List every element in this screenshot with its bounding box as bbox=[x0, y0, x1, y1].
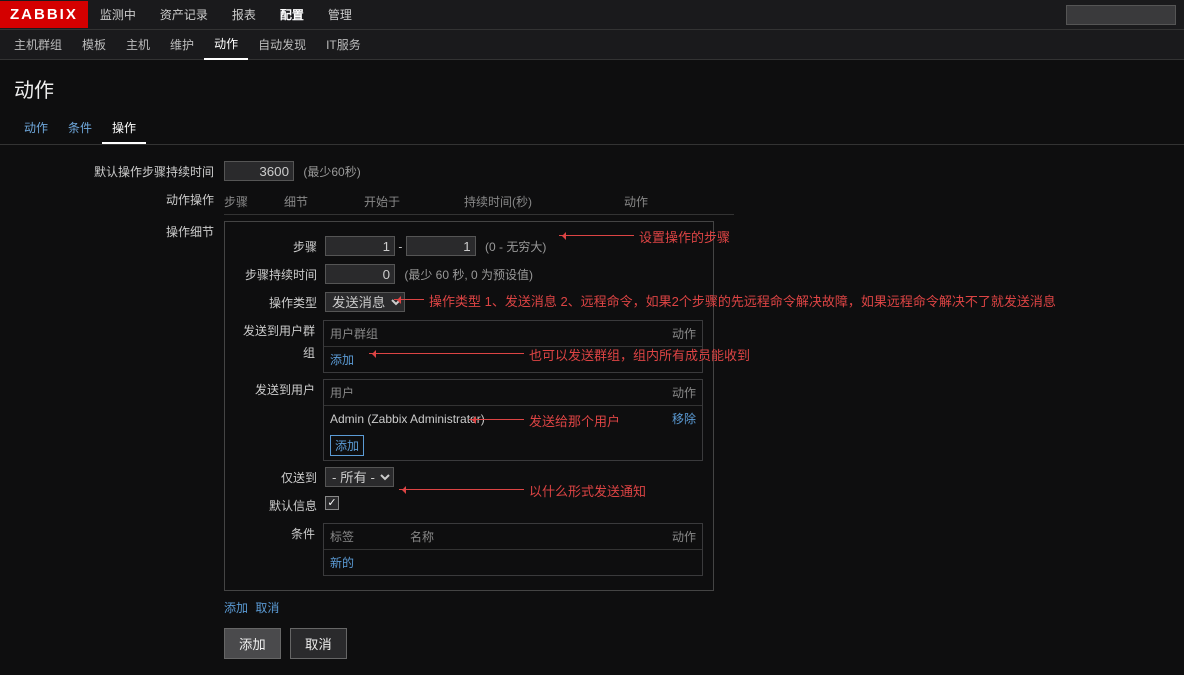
top-nav: ZABBIX 监测中 资产记录 报表 配置 管理 bbox=[0, 0, 1184, 30]
cond-col-tag: 标签 bbox=[330, 528, 410, 545]
topnav-item-0[interactable]: 监测中 bbox=[88, 0, 148, 30]
form-area: 默认操作步骤持续时间 (最少60秒) 动作操作 步骤 细节 开始于 持续时间(秒… bbox=[0, 145, 1184, 675]
cond-label: 条件 bbox=[235, 523, 323, 545]
default-step-duration-input[interactable] bbox=[224, 161, 294, 181]
tab-operation[interactable]: 操作 bbox=[102, 113, 146, 144]
only-send-label: 仅送到 bbox=[235, 467, 325, 489]
group-add-link[interactable]: 添加 bbox=[330, 353, 354, 367]
op-type-select[interactable]: 发送消息 bbox=[325, 292, 405, 312]
op-col-action: 动作 bbox=[624, 193, 648, 210]
default-msg-label: 默认信息 bbox=[235, 495, 325, 517]
operation-detail-label: 操作细节 bbox=[14, 221, 224, 243]
subnav-item-3[interactable]: 维护 bbox=[160, 31, 204, 59]
user-col-action: 动作 bbox=[672, 384, 696, 401]
user-add-link[interactable]: 添加 bbox=[330, 435, 364, 456]
op-col-detail: 细节 bbox=[284, 193, 364, 210]
send-user-label: 发送到用户 bbox=[235, 379, 323, 401]
user-row: Admin (Zabbix Administrator) 移除 bbox=[324, 406, 702, 431]
top-search bbox=[1066, 5, 1176, 25]
subnav-item-0[interactable]: 主机群组 bbox=[4, 31, 72, 59]
cond-table: 标签 名称 动作 新的 bbox=[323, 523, 703, 576]
detail-add-link[interactable]: 添加 bbox=[224, 601, 248, 615]
add-button[interactable]: 添加 bbox=[224, 628, 281, 659]
topnav-item-2[interactable]: 报表 bbox=[220, 0, 268, 30]
only-send-select[interactable]: - 所有 - bbox=[325, 467, 394, 487]
sub-nav: 主机群组 模板 主机 维护 动作 自动发现 IT服务 bbox=[0, 30, 1184, 60]
step-duration-input[interactable] bbox=[325, 264, 395, 284]
user-remove-link[interactable]: 移除 bbox=[672, 410, 696, 427]
cond-col-name: 名称 bbox=[410, 528, 672, 545]
user-col-name: 用户 bbox=[330, 384, 672, 401]
operation-detail-box: 步骤 - (0 - 无穷大) 步骤持续时间 (最少 60 秒, 0 为预设值) bbox=[224, 221, 714, 591]
subnav-item-6[interactable]: IT服务 bbox=[316, 31, 371, 59]
user-value: Admin (Zabbix Administrator) bbox=[330, 412, 672, 426]
send-group-label: 发送到用户群组 bbox=[235, 320, 323, 364]
group-table: 用户群组 动作 添加 bbox=[323, 320, 703, 373]
tab-condition[interactable]: 条件 bbox=[58, 113, 102, 144]
cond-new-link[interactable]: 新的 bbox=[330, 556, 354, 570]
subnav-item-2[interactable]: 主机 bbox=[116, 31, 160, 59]
default-step-duration-hint: (最少60秒) bbox=[303, 165, 360, 179]
detail-cancel-link[interactable]: 取消 bbox=[255, 601, 279, 615]
logo: ZABBIX bbox=[0, 1, 88, 28]
topnav-item-3[interactable]: 配置 bbox=[268, 0, 316, 30]
action-operation-label: 动作操作 bbox=[14, 189, 224, 211]
op-col-start: 开始于 bbox=[364, 193, 464, 210]
topnav-item-1[interactable]: 资产记录 bbox=[148, 0, 220, 30]
step-duration-hint: (最少 60 秒, 0 为预设值) bbox=[404, 268, 533, 282]
step-label: 步骤 bbox=[235, 236, 325, 258]
subnav-item-5[interactable]: 自动发现 bbox=[248, 31, 316, 59]
default-step-duration-label: 默认操作步骤持续时间 bbox=[14, 161, 224, 183]
op-type-label: 操作类型 bbox=[235, 292, 325, 314]
op-table-head: 步骤 细节 开始于 持续时间(秒) 动作 bbox=[224, 189, 734, 215]
step-to-input[interactable] bbox=[406, 236, 476, 256]
op-col-duration: 持续时间(秒) bbox=[464, 193, 624, 210]
cancel-button[interactable]: 取消 bbox=[290, 628, 347, 659]
default-msg-checkbox[interactable]: ✓ bbox=[325, 496, 339, 510]
user-table: 用户 动作 Admin (Zabbix Administrator) 移除 添加 bbox=[323, 379, 703, 461]
search-input[interactable] bbox=[1066, 5, 1176, 25]
tab-action[interactable]: 动作 bbox=[14, 113, 58, 144]
group-col-action: 动作 bbox=[672, 325, 696, 342]
step-hint: (0 - 无穷大) bbox=[485, 240, 546, 254]
op-col-step: 步骤 bbox=[224, 193, 284, 210]
topnav-item-4[interactable]: 管理 bbox=[316, 0, 364, 30]
subnav-item-4[interactable]: 动作 bbox=[204, 30, 248, 60]
page-title: 动作 bbox=[0, 60, 1184, 113]
subnav-item-1[interactable]: 模板 bbox=[72, 31, 116, 59]
cond-col-action: 动作 bbox=[672, 528, 696, 545]
step-duration-d-label: 步骤持续时间 bbox=[235, 264, 325, 286]
content-tabs: 动作 条件 操作 bbox=[0, 113, 1184, 145]
group-col-name: 用户群组 bbox=[330, 325, 672, 342]
step-from-input[interactable] bbox=[325, 236, 395, 256]
